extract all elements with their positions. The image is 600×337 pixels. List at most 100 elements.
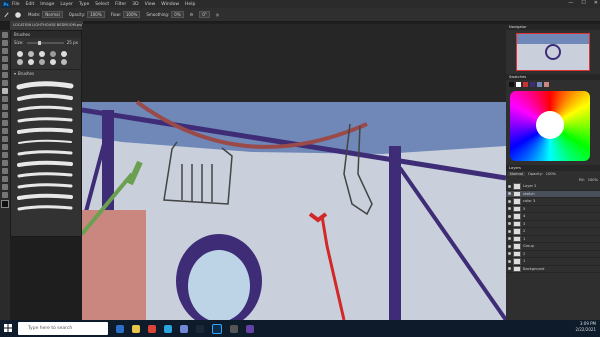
gradient-tool-icon[interactable] <box>2 120 8 126</box>
history-brush-tool-icon[interactable] <box>2 104 8 110</box>
eye-icon[interactable] <box>508 214 511 218</box>
photoshop-taskbar-icon[interactable] <box>212 323 222 334</box>
dodge-tool-icon[interactable] <box>2 136 8 142</box>
menu-item-help[interactable]: Help <box>185 2 195 7</box>
menu-item-window[interactable]: Window <box>161 2 179 7</box>
zoom-tool-icon[interactable] <box>2 184 8 190</box>
eye-icon[interactable] <box>508 229 511 233</box>
color-swatches[interactable] <box>0 200 11 212</box>
discord-icon[interactable] <box>180 324 188 333</box>
eye-icon[interactable] <box>508 237 511 241</box>
layer-row[interactable]: 4 <box>506 213 600 221</box>
layer-row[interactable]: Background <box>506 265 600 273</box>
opacity-input[interactable]: 100% <box>87 11 105 18</box>
marquee-tool-icon[interactable] <box>2 40 8 46</box>
maximize-button[interactable]: ☐ <box>581 0 585 6</box>
healing-tool-icon[interactable] <box>2 80 8 86</box>
eye-icon[interactable] <box>508 252 511 256</box>
steam-icon[interactable] <box>196 324 204 333</box>
close-button[interactable]: ✕ <box>594 0 598 6</box>
quick-select-tool-icon[interactable] <box>2 56 8 62</box>
layer-blend-mode[interactable]: Normal <box>508 172 526 176</box>
menu-item-filter[interactable]: Filter <box>115 2 126 7</box>
smoothing-input[interactable]: 0% <box>171 11 184 18</box>
clock-date[interactable]: 2/22/2021 <box>575 327 596 333</box>
eye-icon[interactable] <box>508 267 511 271</box>
chrome-icon[interactable] <box>148 324 156 333</box>
brush-tip-previews[interactable] <box>15 49 75 67</box>
menu-item-type[interactable]: Type <box>79 2 89 7</box>
artwork-canvas[interactable] <box>42 24 508 330</box>
task-view-icon[interactable] <box>116 324 124 333</box>
menu-item-layer[interactable]: Layer <box>60 2 73 7</box>
hand-tool-icon[interactable] <box>2 176 8 182</box>
recent-color-swatch[interactable] <box>530 82 535 87</box>
more-tools-icon[interactable] <box>2 192 8 198</box>
eye-icon[interactable] <box>508 259 511 263</box>
recent-color-swatch[interactable] <box>509 82 514 87</box>
eye-icon[interactable] <box>508 244 511 248</box>
menu-item-file[interactable]: File <box>12 2 20 7</box>
layer-row[interactable]: color 3 <box>506 198 600 206</box>
stamp-tool-icon[interactable] <box>2 96 8 102</box>
twitch-icon[interactable] <box>246 324 254 333</box>
menu-item-select[interactable]: Select <box>95 2 109 7</box>
color-wheel[interactable] <box>510 91 590 161</box>
menu-item-image[interactable]: Image <box>40 2 54 7</box>
layer-row[interactable]: Group <box>506 243 600 251</box>
layer-row[interactable]: sketch <box>506 190 600 198</box>
brush-folder[interactable]: ▾ Brushes <box>11 69 81 77</box>
mode-select[interactable]: Normal <box>42 11 63 18</box>
layer-row[interactable]: 5 <box>506 205 600 213</box>
layer-row[interactable]: Layer 2 <box>506 183 600 191</box>
brush-tool-icon[interactable] <box>3 11 10 19</box>
canvas-area[interactable] <box>42 24 508 330</box>
path-select-tool-icon[interactable] <box>2 160 8 166</box>
taskbar-search-input[interactable]: Type here to search <box>18 322 108 335</box>
recent-color-swatch[interactable] <box>516 82 521 87</box>
settings-gear-icon[interactable]: ⚙ <box>190 12 194 17</box>
layer-row[interactable]: 2 <box>506 228 600 236</box>
menu-item-3d[interactable]: 3D <box>132 2 138 7</box>
layer-fill-value[interactable]: 100% <box>588 178 598 182</box>
layer-row[interactable]: 1 <box>506 258 600 266</box>
eye-icon[interactable] <box>508 199 511 203</box>
angle-input[interactable]: 0° <box>199 11 210 18</box>
brush-tool-icon[interactable] <box>2 88 8 94</box>
pressure-icon[interactable]: ◎ <box>216 12 220 17</box>
brush-size-preview[interactable] <box>14 11 22 19</box>
size-slider[interactable] <box>26 40 64 45</box>
lasso-tool-icon[interactable] <box>2 48 8 54</box>
recent-color-swatch[interactable] <box>523 82 528 87</box>
app-icon[interactable] <box>230 324 238 333</box>
brush-stroke-list[interactable] <box>11 77 79 227</box>
menu-item-view[interactable]: View <box>145 2 156 7</box>
file-explorer-icon[interactable] <box>132 324 140 333</box>
shape-tool-icon[interactable] <box>2 168 8 174</box>
crop-tool-icon[interactable] <box>2 64 8 70</box>
layer-row[interactable]: 1 <box>506 235 600 243</box>
layer-row[interactable]: 2 <box>506 250 600 258</box>
windows-start-icon[interactable] <box>4 324 12 332</box>
eraser-tool-icon[interactable] <box>2 112 8 118</box>
type-tool-icon[interactable] <box>2 152 8 158</box>
move-tool-icon[interactable] <box>2 32 8 38</box>
blur-tool-icon[interactable] <box>2 128 8 134</box>
layer-row[interactable]: 3 <box>506 220 600 228</box>
menu-item-edit[interactable]: Edit <box>26 2 35 7</box>
minimize-button[interactable]: — <box>568 0 573 6</box>
foreground-color[interactable] <box>1 200 9 208</box>
eye-icon[interactable] <box>508 222 511 226</box>
size-value[interactable]: 25 px <box>67 40 78 45</box>
recent-color-swatch[interactable] <box>544 82 549 87</box>
recent-colors[interactable] <box>506 80 600 89</box>
eye-icon[interactable] <box>508 192 511 196</box>
navigator-thumbnail[interactable] <box>516 33 590 71</box>
eyedropper-tool-icon[interactable] <box>2 72 8 78</box>
eye-icon[interactable] <box>508 207 511 211</box>
edge-icon[interactable] <box>164 324 172 333</box>
flow-input[interactable]: 100% <box>122 11 141 18</box>
pen-tool-icon[interactable] <box>2 144 8 150</box>
recent-color-swatch[interactable] <box>537 82 542 87</box>
document-tab[interactable]: LOCATION LIGHTHOUSE BEDROOM.psd @ 100% (… <box>10 21 83 30</box>
